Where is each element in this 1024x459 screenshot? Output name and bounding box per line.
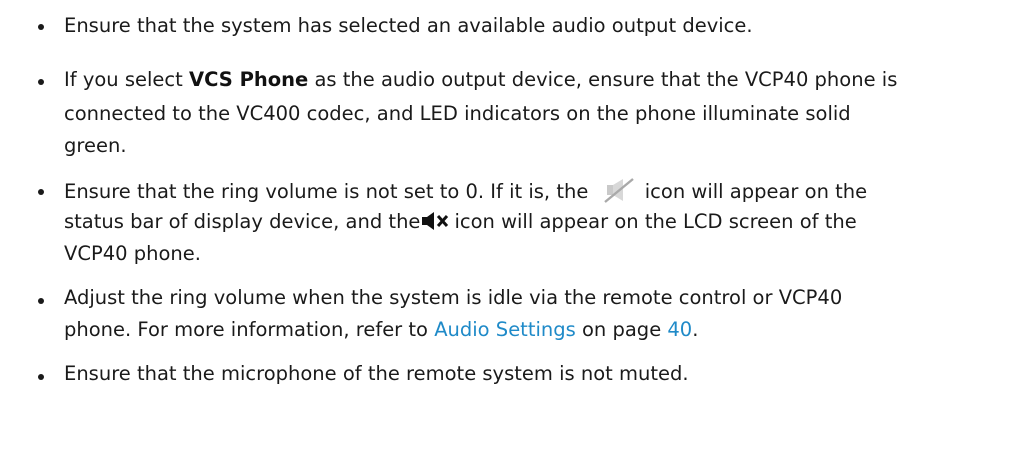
item-line: Adjust the ring volume when the system i…	[64, 286, 843, 309]
item-line: green.	[64, 134, 127, 157]
vcs-phone-label: VCS Phone	[188, 68, 309, 91]
bullet	[38, 189, 44, 195]
item-text: Ensure that the system has selected an a…	[64, 14, 753, 37]
bullet	[38, 79, 44, 85]
audio-settings-link[interactable]: Audio Settings	[434, 318, 576, 341]
item-text: If you select	[64, 68, 189, 91]
item-line: VCP40 phone.	[64, 242, 201, 265]
item-text: on page	[575, 318, 668, 341]
item-text: as the audio output device, ensure that …	[308, 68, 898, 91]
item-text: icon will appear on the	[644, 180, 868, 203]
bullet	[38, 24, 44, 30]
bullet	[38, 298, 44, 304]
item-line: Ensure that the ring volume is not set t…	[64, 177, 868, 203]
item-line: status bar of display device, and the ic…	[64, 210, 857, 234]
speaker-off-icon	[599, 177, 635, 209]
item-text: Ensure that the ring volume is not set t…	[64, 180, 589, 203]
item-line: phone. For more information, refer to Au…	[64, 318, 698, 342]
bullet	[38, 374, 44, 380]
item-text: phone. For more information, refer to	[64, 318, 435, 341]
item-line: connected to the VC400 codec, and LED in…	[64, 102, 851, 125]
item-line: If you select VCS Phone as the audio out…	[64, 68, 897, 92]
mute-speaker-icon	[421, 210, 451, 238]
item-text: .	[692, 318, 699, 341]
page-number-link[interactable]: 40	[667, 318, 692, 341]
item-text: icon will appear on the LCD screen of th…	[454, 210, 857, 233]
item-text: Ensure that the microphone of the remote…	[64, 362, 689, 385]
item-text: status bar of display device, and the	[64, 210, 421, 233]
